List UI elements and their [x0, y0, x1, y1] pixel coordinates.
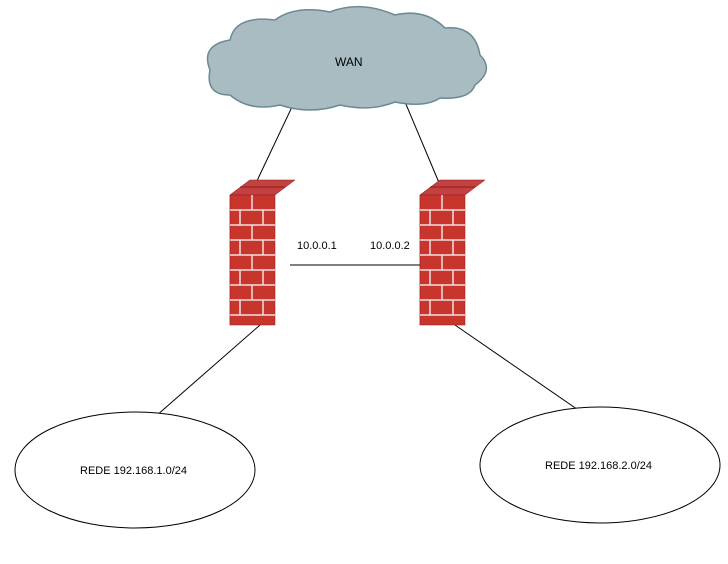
- firewall-2-ip-label: 10.0.0.2: [370, 240, 410, 252]
- wan-label: WAN: [335, 55, 363, 69]
- network-1-label: REDE 192.168.1.0/24: [80, 465, 187, 477]
- firewall-2-icon: [420, 180, 485, 325]
- diagram-svg: [0, 0, 728, 564]
- firewall-1-ip-label: 10.0.0.1: [297, 240, 337, 252]
- network-diagram: WAN 10.0.0.1 10.0.0.2 REDE 192.168.1.0/2…: [0, 0, 728, 564]
- firewall-1-icon: [230, 180, 295, 325]
- network-2-label: REDE 192.168.2.0/24: [545, 460, 652, 472]
